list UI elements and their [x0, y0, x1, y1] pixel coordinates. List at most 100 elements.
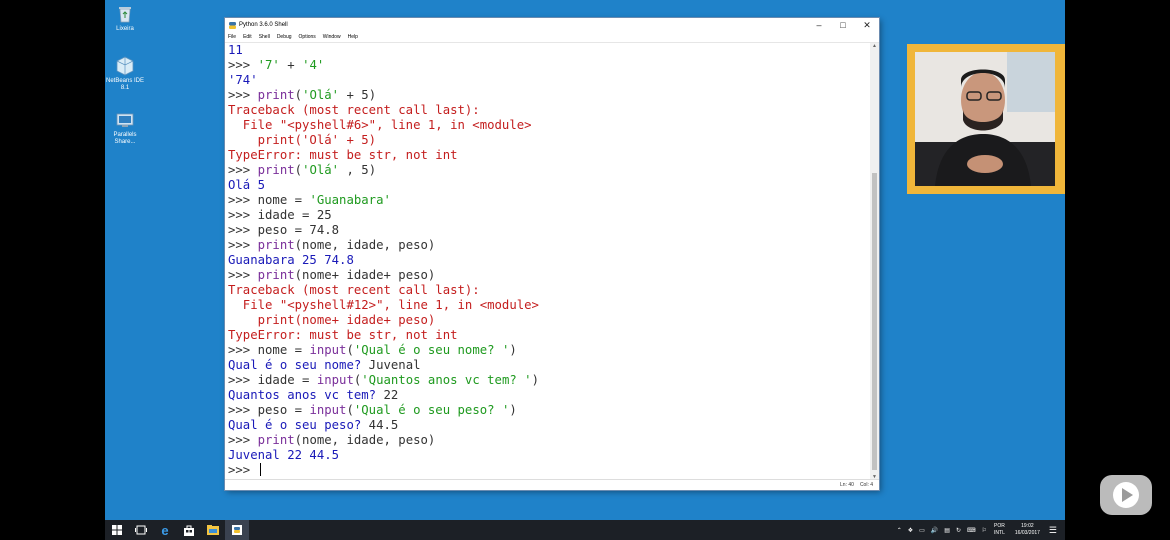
- clock[interactable]: 19:02 16/03/2017: [1015, 523, 1040, 537]
- shell-line: >>> nome = input('Qual é o seu nome? '): [228, 343, 517, 358]
- shell-text-segment: >>> peso = 74.8: [228, 223, 340, 237]
- menu-debug[interactable]: Debug: [277, 34, 292, 40]
- python-idle-taskbar-button[interactable]: [225, 520, 249, 540]
- shell-text-segment: ): [509, 403, 517, 417]
- shell-text-segment: ): [509, 343, 517, 357]
- shell-line: Quantos anos vc tem? 22: [228, 388, 398, 403]
- file-explorer-icon: [207, 525, 219, 535]
- sync-icon[interactable]: ↻: [956, 527, 961, 534]
- shell-text-segment: print: [257, 268, 295, 282]
- desktop-icon-netbeans[interactable]: NetBeans IDE 8.1: [105, 56, 145, 92]
- shell-text-segment: Guanabara 25 74.8: [228, 253, 354, 267]
- shell-text-segment: >>> idade = 25: [228, 208, 332, 222]
- shell-text-segment: + 5): [339, 88, 377, 102]
- shell-line: Qual é o seu peso? 44.5: [228, 418, 398, 433]
- keyboard-icon[interactable]: ⌨: [967, 527, 976, 534]
- clock-time: 19:02: [1021, 523, 1034, 529]
- task-view-icon: [135, 525, 147, 535]
- menu-options[interactable]: Options: [299, 34, 316, 40]
- desktop-icon-label: Parallels Share...: [113, 132, 137, 145]
- network-icon[interactable]: ▤: [944, 527, 950, 534]
- shell-text-segment: input: [316, 373, 354, 387]
- shell-text-segment: print(nome+ idade+ peso): [228, 313, 436, 327]
- battery-icon[interactable]: ▭: [919, 527, 925, 534]
- shell-text-segment: TypeError: must be str, not int: [228, 148, 458, 162]
- shell-text-segment: File "<pyshell#6>", line 1, in <module>: [228, 118, 532, 132]
- dropbox-icon[interactable]: ❖: [908, 527, 913, 534]
- shell-text-segment: >>>: [228, 238, 258, 252]
- shell-text-segment: +: [279, 58, 303, 72]
- chevron-up-icon[interactable]: ⌃: [897, 527, 902, 534]
- shell-text-segment: (nome, idade, peso): [294, 238, 436, 252]
- vertical-scrollbar[interactable]: ▲ ▼: [870, 43, 879, 480]
- play-icon: [1113, 482, 1139, 508]
- shell-line: print(nome+ idade+ peso): [228, 313, 436, 328]
- menu-edit[interactable]: Edit: [243, 34, 252, 40]
- volume-icon[interactable]: 🔊: [931, 527, 938, 534]
- file-explorer-button[interactable]: [201, 520, 225, 540]
- shell-text-segment: >>> peso =: [228, 403, 310, 417]
- shell-line: >>> idade = 25: [228, 208, 332, 223]
- play-button[interactable]: [1100, 475, 1152, 515]
- notifications-icon[interactable]: ☰: [1049, 525, 1057, 536]
- desktop-icon-parallels-share[interactable]: Parallels Share...: [105, 110, 145, 146]
- clock-date: 16/03/2017: [1014, 530, 1040, 536]
- window-titlebar[interactable]: Python 3.6.0 Shell – □ ✕: [225, 18, 879, 32]
- menu-help[interactable]: Help: [348, 34, 358, 40]
- desktop-icon-label: Lixeira: [116, 26, 134, 32]
- text-cursor: [259, 463, 261, 476]
- shell-text-segment: Quantos anos vc tem?: [228, 388, 384, 402]
- edge-icon: e: [161, 522, 169, 538]
- close-button[interactable]: ✕: [855, 18, 879, 32]
- shell-text-segment: (nome, idade, peso): [294, 433, 436, 447]
- maximize-button[interactable]: □: [831, 18, 855, 32]
- shell-line: Juvenal 22 44.5: [228, 448, 339, 463]
- window-title: Python 3.6.0 Shell: [239, 22, 288, 28]
- store-icon: [184, 525, 194, 536]
- shell-text-segment: >>>: [228, 88, 258, 102]
- shell-line: >>> print(nome, idade, peso): [228, 433, 435, 448]
- shell-line: TypeError: must be str, not int: [228, 328, 458, 343]
- python-icon: [229, 21, 236, 29]
- desktop-icon-label: NetBeans IDE 8.1: [105, 78, 145, 91]
- shell-text-segment: >>> nome =: [228, 343, 310, 357]
- shell-text-segment: 44.5: [368, 418, 399, 432]
- shell-line: Traceback (most recent call last):: [228, 103, 480, 118]
- scrollbar-thumb[interactable]: [872, 173, 877, 470]
- shell-text-segment: 'Quantos anos vc tem? ': [361, 373, 532, 387]
- edge-button[interactable]: e: [153, 520, 177, 540]
- shell-text-segment: '7': [257, 58, 280, 72]
- shell-text-segment: >>>: [228, 268, 258, 282]
- shell-text-area[interactable]: 11 >>> '7' + '4' '74' >>> print('Olá' + 5) T…: [225, 43, 870, 480]
- shell-text-segment: Olá 5: [228, 178, 266, 192]
- start-button[interactable]: [105, 520, 129, 540]
- status-bar: Ln: 40 Col: 4: [225, 479, 879, 490]
- flag-icon[interactable]: ⚐: [982, 527, 987, 534]
- language-indicator[interactable]: POR INTL: [994, 523, 1005, 537]
- netbeans-icon: [116, 56, 134, 76]
- store-button[interactable]: [177, 520, 201, 540]
- shell-line: 11: [228, 43, 243, 58]
- shell-text-segment: Qual é o seu nome?: [228, 358, 369, 372]
- language-top: POR: [994, 523, 1005, 529]
- minimize-button[interactable]: –: [807, 18, 831, 32]
- shell-line: >>> peso = input('Qual é o seu peso? '): [228, 403, 517, 418]
- shell-text-segment: >>>: [228, 58, 258, 72]
- scroll-up-icon[interactable]: ▲: [870, 43, 879, 49]
- shell-text-segment: File "<pyshell#12>", line 1, in <module>: [228, 298, 539, 312]
- shell-line: >>> print('Olá' + 5): [228, 88, 376, 103]
- shell-line: print('Olá' + 5): [228, 133, 376, 148]
- shell-text-segment: 22: [383, 388, 399, 402]
- task-view-button[interactable]: [129, 520, 153, 540]
- desktop-icon-recycle-bin[interactable]: Lixeira: [105, 4, 145, 33]
- webcam-video: [915, 52, 1055, 186]
- shell-text-segment: (: [346, 403, 354, 417]
- shell-text-segment: 11: [228, 43, 243, 57]
- shell-line: >>> idade = input('Quantos anos vc tem? …: [228, 373, 539, 388]
- python-idle-icon: [232, 525, 242, 535]
- menu-file[interactable]: File: [228, 34, 236, 40]
- menu-shell[interactable]: Shell: [259, 34, 270, 40]
- menu-window[interactable]: Window: [323, 34, 341, 40]
- shell-text-segment: Qual é o seu peso?: [228, 418, 369, 432]
- parallels-share-icon: [116, 113, 134, 127]
